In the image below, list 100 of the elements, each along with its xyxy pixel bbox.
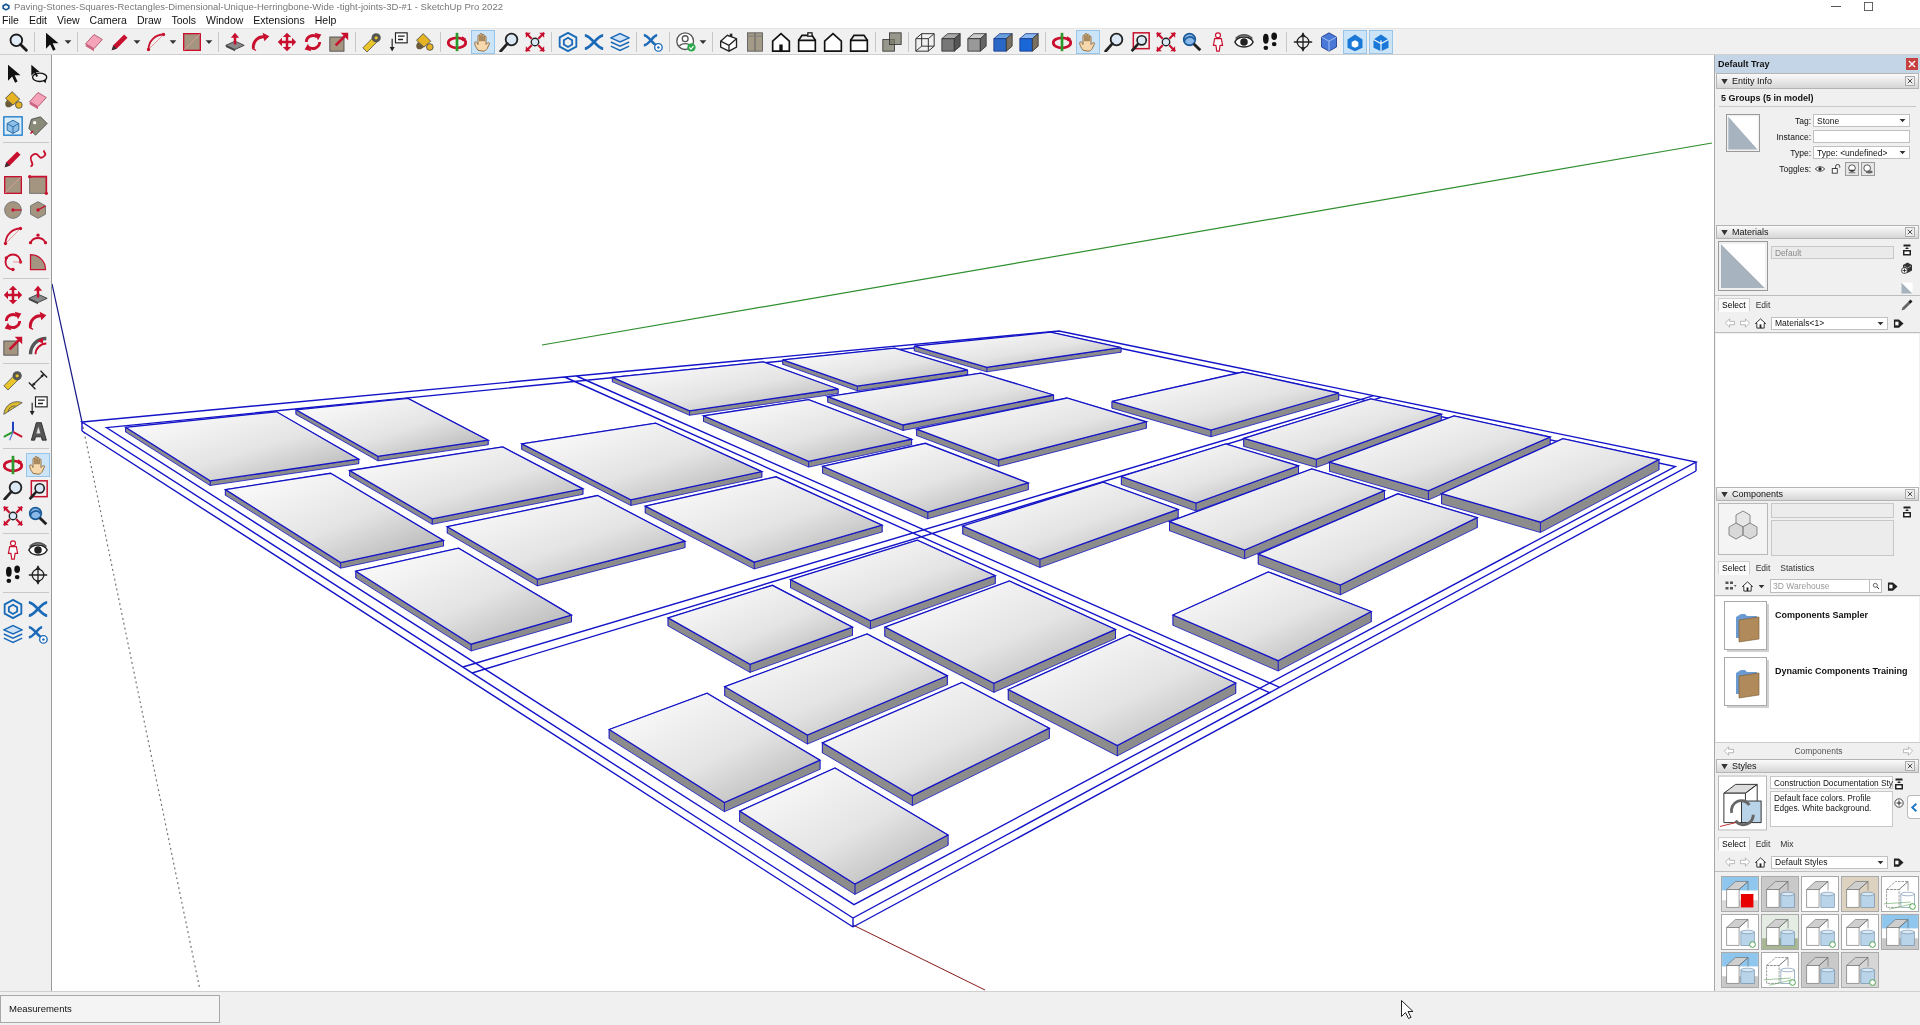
panel-close-button[interactable]	[1905, 761, 1915, 772]
collapse-triangle-icon[interactable]	[1721, 490, 1728, 498]
menu-item[interactable]: File	[2, 14, 19, 27]
style-thumbnail-icon[interactable]	[1721, 914, 1759, 951]
menu-item[interactable]: View	[57, 14, 80, 27]
style-thumbnail-icon[interactable]	[1841, 914, 1879, 951]
home-icon[interactable]	[1755, 317, 1766, 329]
style-thumbnail-icon[interactable]	[1841, 952, 1879, 989]
panel-header[interactable]: Components	[1716, 487, 1919, 502]
close-icon	[1907, 229, 1913, 236]
style-thumbnail-icon[interactable]	[1881, 914, 1919, 951]
menu-item[interactable]: Window	[206, 14, 244, 27]
pane-toggle-icon[interactable]	[1893, 778, 1905, 791]
view-options-icon[interactable]	[1725, 580, 1737, 593]
caret-icon[interactable]	[699, 37, 707, 46]
style-thumbnail-icon[interactable]	[1881, 876, 1919, 913]
menu-item[interactable]: Help	[314, 14, 337, 27]
style-thumbnail-icon[interactable]	[1721, 952, 1759, 989]
toolbar-button[interactable]	[1154, 29, 1178, 54]
component-name[interactable]: Components Sampler	[1775, 610, 1868, 621]
collection-dropdown[interactable]: Materials<1>	[1771, 316, 1888, 330]
pane-toggle-icon[interactable]	[1901, 506, 1913, 519]
style-name-field[interactable]: Construction Documentation Sty	[1770, 776, 1893, 790]
panel-tab[interactable]: Edit	[1751, 298, 1775, 313]
toolbar-button[interactable]	[880, 29, 904, 54]
eyedropper-icon[interactable]	[1901, 299, 1913, 312]
panel-close-button[interactable]	[1905, 227, 1915, 238]
menu-item[interactable]: Extensions	[253, 14, 305, 27]
menu-item[interactable]: Edit	[28, 14, 47, 27]
dropdown-field[interactable]: Stone	[1813, 114, 1910, 128]
style-thumbnail-icon[interactable]	[1841, 876, 1879, 913]
caret-icon[interactable]	[205, 37, 213, 46]
create-material-icon[interactable]	[1901, 262, 1913, 275]
panel-tab[interactable]: Edit	[1751, 561, 1775, 576]
panel-tab[interactable]: Mix	[1776, 837, 1798, 852]
panel-header[interactable]: Styles	[1716, 759, 1919, 774]
style-description-field[interactable]: Default face colors. Profile Edges. White background.	[1770, 791, 1893, 828]
tool-palette-button[interactable]	[1, 368, 25, 392]
panel-tab[interactable]: Select	[1718, 837, 1750, 852]
caret-icon[interactable]	[169, 37, 177, 46]
tray-close-button[interactable]	[1906, 58, 1918, 71]
toggle-button[interactable]	[1829, 162, 1843, 177]
collapse-triangle-icon[interactable]	[1721, 228, 1728, 236]
folder-icon[interactable]	[1724, 601, 1770, 654]
caret-icon[interactable]	[133, 37, 141, 46]
panel-tab[interactable]: Statistics	[1776, 561, 1819, 576]
menu-item[interactable]: Draw	[136, 14, 162, 27]
input-field[interactable]	[1813, 130, 1910, 144]
tool-palette-button[interactable]	[26, 368, 50, 392]
toolbar-button[interactable]	[523, 29, 547, 54]
panel-header[interactable]: Entity Info	[1716, 73, 1919, 90]
plus-circle-icon[interactable]	[1894, 798, 1904, 809]
home-icon[interactable]	[1755, 856, 1766, 868]
search-button[interactable]	[1869, 579, 1882, 594]
details-arrow-icon[interactable]	[1893, 317, 1904, 329]
tool-palette-button[interactable]	[1, 478, 25, 503]
toolbar-button[interactable]	[1128, 29, 1152, 54]
collapse-triangle-icon[interactable]	[1721, 762, 1728, 770]
style-thumbnail-icon[interactable]	[1761, 914, 1799, 951]
drape-icon	[584, 31, 604, 52]
details-arrow-icon[interactable]	[1887, 580, 1898, 592]
pencil-icon	[3, 149, 23, 170]
dropdown-field[interactable]: Type: <undefined>	[1813, 146, 1910, 160]
caret-icon[interactable]	[1758, 582, 1765, 590]
caret-icon[interactable]	[64, 37, 72, 46]
panel-close-button[interactable]	[1905, 76, 1915, 87]
description-field[interactable]	[1771, 520, 1894, 557]
tray-collapse-button[interactable]	[1907, 795, 1920, 820]
style-thumbnail-icon[interactable]	[1801, 914, 1839, 951]
eye-icon	[1815, 164, 1825, 175]
home-icon[interactable]	[1742, 580, 1753, 592]
search-field[interactable]: 3D Warehouse	[1770, 579, 1869, 594]
menu-item[interactable]: Camera	[89, 14, 127, 27]
panel-header[interactable]: Materials	[1716, 225, 1919, 240]
tool-palette-button[interactable]	[1, 503, 25, 528]
style-thumbnail-icon[interactable]	[1761, 876, 1799, 913]
name-field[interactable]	[1771, 503, 1894, 519]
menu-item[interactable]: Tools	[171, 14, 196, 27]
collapse-triangle-icon[interactable]	[1721, 77, 1728, 85]
panel-tab[interactable]: Select	[1718, 298, 1750, 313]
collection-dropdown[interactable]: Default Styles	[1771, 855, 1888, 869]
panel-tab[interactable]: Edit	[1751, 837, 1775, 852]
details-arrow-icon[interactable]	[1893, 856, 1904, 868]
caret-icon	[1877, 858, 1884, 866]
style-thumbnail-icon[interactable]	[1761, 952, 1799, 989]
panel-tab[interactable]: Select	[1718, 561, 1750, 576]
pane-toggle-icon[interactable]	[1901, 244, 1913, 257]
style-thumbnail-icon[interactable]	[1801, 952, 1839, 989]
tool-palette-button[interactable]	[26, 478, 50, 503]
stamp-icon	[3, 598, 23, 619]
toolbar-button[interactable]	[674, 29, 698, 54]
style-thumbnail-icon[interactable]	[1801, 876, 1839, 913]
panel-close-button[interactable]	[1905, 489, 1915, 500]
toolbar-button[interactable]	[795, 29, 819, 54]
component-name[interactable]: Dynamic Components Training	[1775, 666, 1908, 677]
toggle-button[interactable]	[1861, 162, 1875, 177]
folder-icon[interactable]	[1724, 657, 1770, 710]
monochrome-icon	[1019, 31, 1039, 52]
style-thumbnail-icon[interactable]	[1721, 876, 1759, 913]
toggle-button[interactable]	[1845, 162, 1859, 177]
